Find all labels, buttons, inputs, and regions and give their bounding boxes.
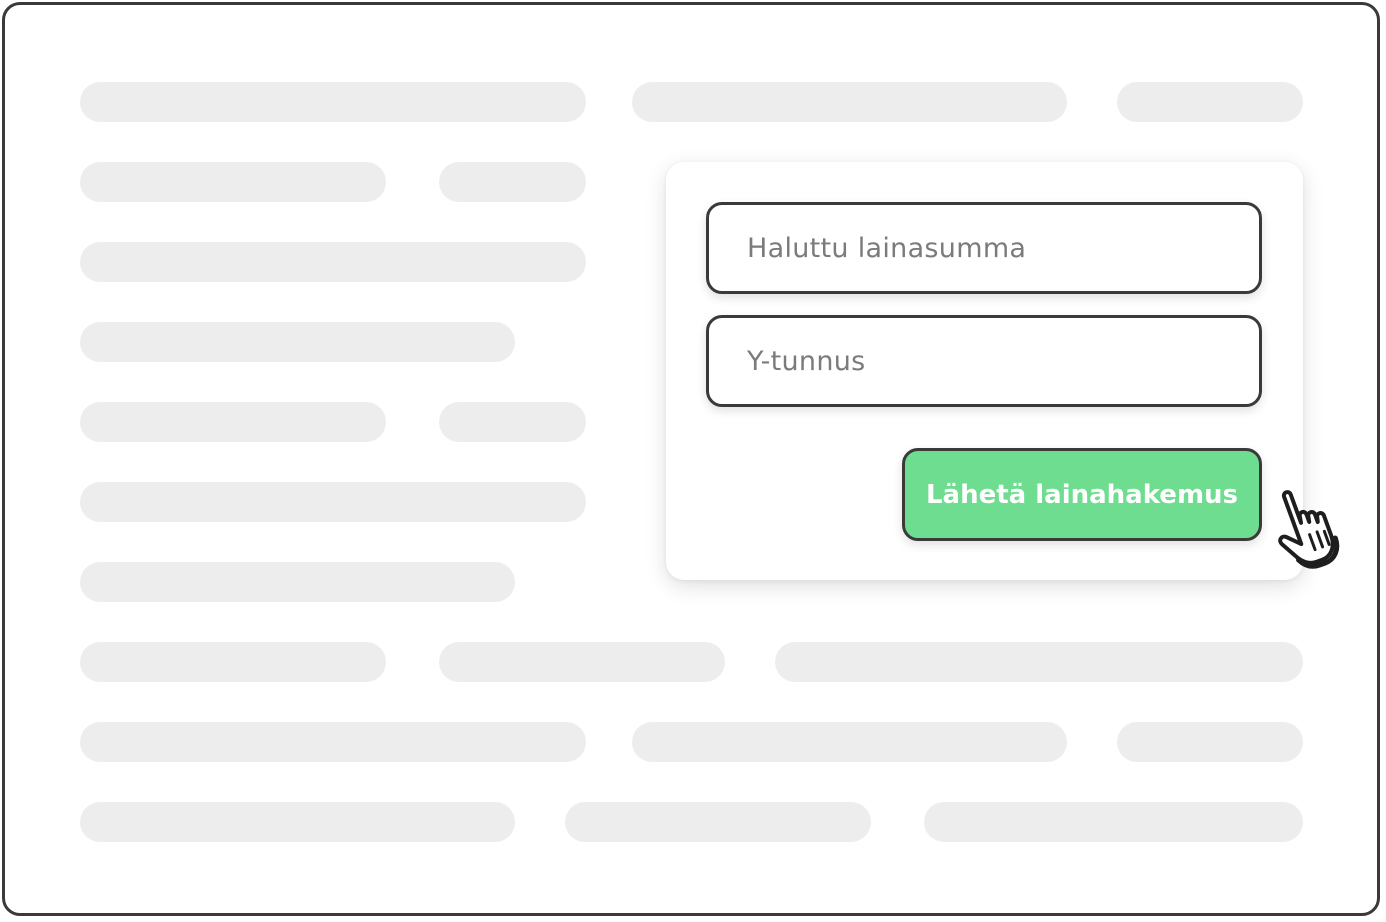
placeholder-line	[1117, 722, 1303, 762]
placeholder-line	[439, 402, 586, 442]
placeholder-line	[80, 162, 386, 202]
placeholder-line	[565, 802, 871, 842]
placeholder-line	[80, 642, 386, 682]
placeholder-line	[80, 482, 586, 522]
submit-loan-application-button[interactable]: Lähetä lainahakemus	[902, 448, 1262, 541]
placeholder-line	[80, 82, 586, 122]
placeholder-line	[80, 722, 586, 762]
placeholder-line	[1117, 82, 1303, 122]
loan-amount-input[interactable]	[706, 202, 1262, 294]
loan-application-form: Lähetä lainahakemus	[666, 162, 1303, 580]
hand-pointer-icon	[1278, 490, 1340, 569]
placeholder-line	[439, 162, 586, 202]
placeholder-line	[80, 562, 515, 602]
placeholder-line	[80, 242, 586, 282]
placeholder-line	[439, 642, 725, 682]
business-id-input[interactable]	[706, 315, 1262, 407]
placeholder-line	[80, 402, 386, 442]
placeholder-line	[80, 802, 515, 842]
placeholder-line	[80, 322, 515, 362]
placeholder-line	[924, 802, 1303, 842]
placeholder-line	[775, 642, 1303, 682]
placeholder-line	[632, 82, 1067, 122]
placeholder-line	[632, 722, 1067, 762]
